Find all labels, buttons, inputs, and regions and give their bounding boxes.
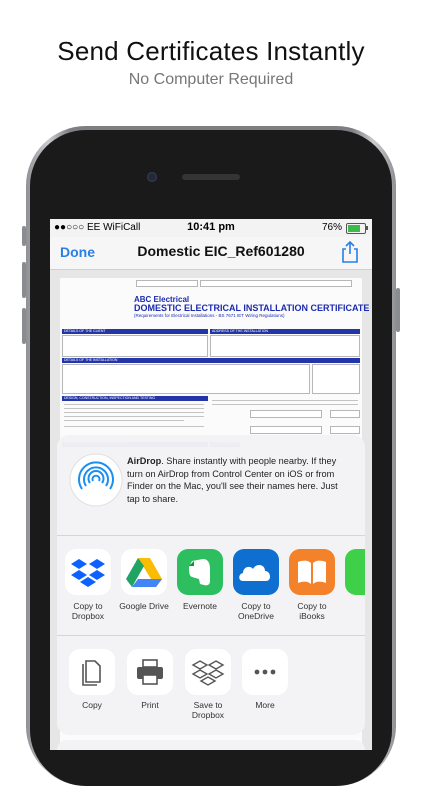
- form-header-box: [136, 280, 198, 287]
- print-icon: [127, 649, 173, 695]
- battery-icon: [346, 223, 368, 234]
- app-label: Evernote: [182, 601, 218, 611]
- app-google-drive[interactable]: Google Drive: [118, 549, 170, 611]
- evernote-icon: [177, 549, 223, 595]
- headline-subtitle: No Computer Required: [128, 71, 294, 88]
- section-header: ADDRESS OF THE INSTALLATION: [210, 329, 360, 334]
- divider: [57, 535, 365, 536]
- ibooks-icon: [289, 549, 335, 595]
- section-header: DESIGN, CONSTRUCTION, INSPECTION AND TES…: [62, 396, 208, 401]
- installation-box: [62, 364, 310, 394]
- divider: [57, 635, 365, 636]
- volume-up-button: [22, 262, 26, 298]
- address-box: [210, 335, 360, 357]
- action-print[interactable]: Print: [124, 649, 176, 710]
- front-camera: [147, 172, 157, 182]
- app-label: Copy to Dropbox: [71, 601, 105, 621]
- signature-box: [330, 426, 360, 434]
- certificate-title: DOMESTIC ELECTRICAL INSTALLATION CERTIFI…: [134, 303, 370, 313]
- status-bar: ●●○○○ EE WiFiCall 10:41 pm 76%: [50, 219, 372, 237]
- client-box: [62, 335, 208, 357]
- dropbox-icon: [65, 549, 111, 595]
- app-label: M: [342, 601, 365, 611]
- share-sheet: AirDrop. Share instantly with people nea…: [57, 435, 365, 735]
- onedrive-icon: [233, 549, 279, 595]
- volume-down-button: [22, 308, 26, 344]
- battery-percent: 76%: [321, 222, 342, 233]
- form-header-box: [200, 280, 352, 287]
- action-save-to-dropbox[interactable]: Save to Dropbox: [182, 649, 234, 720]
- section-header: DETAILS OF THE CLIENT: [62, 329, 208, 334]
- action-label: Copy: [82, 700, 102, 710]
- messages-icon: [345, 549, 365, 595]
- section-header: DETAILS OF THE INSTALLATION: [62, 358, 360, 363]
- mute-switch: [22, 226, 26, 246]
- navigation-bar: Done Domestic EIC_Ref601280: [50, 237, 372, 270]
- app-label: Copy to OneDrive: [238, 601, 274, 621]
- signature-box: [250, 410, 322, 418]
- headline-title: Send Certificates Instantly: [57, 36, 365, 66]
- certificate-requirements: (Requirements for Electrical Installatio…: [134, 313, 285, 318]
- power-button: [396, 288, 400, 332]
- cancel-button[interactable]: [57, 740, 365, 750]
- app-copy-to-ibooks[interactable]: Copy to iBooks: [286, 549, 338, 621]
- installation-side-box: [312, 364, 360, 394]
- signature-box: [330, 410, 360, 418]
- copy-icon: [69, 649, 115, 695]
- document-title: Domestic EIC_Ref601280: [137, 243, 305, 259]
- phone-screen: ●●○○○ EE WiFiCall 10:41 pm 76% Done Dome…: [50, 219, 372, 750]
- app-messages[interactable]: M: [342, 549, 365, 611]
- airdrop-title: AirDrop: [127, 456, 162, 466]
- app-copy-to-dropbox[interactable]: Copy to Dropbox: [62, 549, 114, 621]
- app-label: Copy to iBooks: [297, 601, 327, 621]
- google-drive-icon: [121, 549, 167, 595]
- signature-box: [250, 426, 322, 434]
- action-copy[interactable]: Copy: [66, 649, 118, 710]
- share-icon[interactable]: [340, 241, 360, 263]
- app-copy-to-onedrive[interactable]: Copy to OneDrive: [230, 549, 282, 621]
- app-evernote[interactable]: Evernote: [174, 549, 226, 611]
- action-label: Save to Dropbox: [191, 700, 225, 720]
- earpiece-speaker: [182, 174, 240, 180]
- action-label: More: [255, 700, 275, 710]
- dropbox-save-icon: [185, 649, 231, 695]
- more-icon: [242, 649, 288, 695]
- done-button[interactable]: Done: [60, 244, 95, 260]
- action-label: Print: [141, 700, 159, 710]
- airdrop-description: AirDrop. Share instantly with people nea…: [127, 455, 352, 505]
- app-label: Google Drive: [119, 601, 169, 611]
- airdrop-icon[interactable]: [69, 453, 123, 507]
- action-more[interactable]: More: [239, 649, 291, 710]
